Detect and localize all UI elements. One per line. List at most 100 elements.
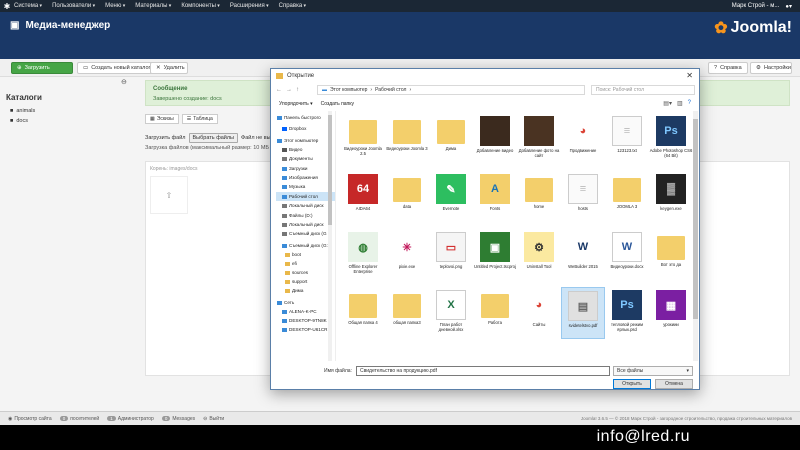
tree-item[interactable]: efi bbox=[276, 259, 335, 268]
tree-item[interactable]: Музыка bbox=[276, 182, 335, 191]
footer-view-site[interactable]: ◉ Просмотр сайта bbox=[8, 416, 52, 422]
footer-admins[interactable]: 1 Администратор bbox=[107, 416, 154, 422]
file-item[interactable]: Ps тепловой режим ярлык.psd bbox=[605, 287, 649, 339]
footer-messages[interactable]: 0 Messages bbox=[161, 416, 195, 422]
tree-item[interactable]: Файлы (D:) bbox=[276, 211, 335, 220]
filename-input[interactable]: Свидетельство на продукцию.pdf bbox=[356, 366, 610, 376]
tree-item[interactable]: Загрузки bbox=[276, 164, 335, 173]
footer-logout[interactable]: ⊖ Выйти bbox=[203, 416, 224, 422]
tree-item[interactable]: Документы bbox=[276, 154, 335, 163]
file-item[interactable]: Вот это да bbox=[649, 229, 693, 281]
help-button[interactable]: ? Справка bbox=[708, 62, 748, 74]
joomla-menu-icon[interactable]: ✱ bbox=[0, 2, 14, 11]
choose-files-button[interactable]: Выбрать файлы bbox=[188, 133, 239, 143]
file-item[interactable]: Добавление видео bbox=[473, 113, 517, 165]
tree-item[interactable]: Сеть bbox=[276, 298, 335, 307]
file-item[interactable]: ▦ урокиии bbox=[649, 287, 693, 339]
upload-button[interactable]: ⊕ Загрузить bbox=[11, 62, 73, 74]
menu-users[interactable]: Пользователи bbox=[52, 3, 95, 9]
tree-item[interactable]: sources bbox=[276, 268, 335, 277]
address-crumb-pc[interactable]: Этот компьютер bbox=[330, 87, 367, 93]
menu-content[interactable]: Материалы bbox=[135, 3, 171, 9]
tree-item[interactable]: DESKTOP-9TN8K bbox=[276, 316, 335, 325]
file-item[interactable]: ≡ 123123.txt bbox=[605, 113, 649, 165]
folder-up-thumb[interactable]: ⇧ bbox=[150, 176, 188, 214]
file-item[interactable]: W Видеоуроки.docx bbox=[605, 229, 649, 281]
tree-item[interactable]: Видео bbox=[276, 145, 335, 154]
tree-item-icon bbox=[277, 300, 282, 305]
tree-item[interactable]: Локальный диск bbox=[276, 220, 335, 229]
organize-button[interactable]: Упорядочить ▾ bbox=[279, 101, 313, 107]
file-item[interactable]: Дима bbox=[429, 113, 473, 165]
address-bar[interactable]: ▬ Этот компьютер › Рабочий стол › bbox=[317, 85, 585, 95]
file-item[interactable]: JOOMLA 3 bbox=[605, 171, 649, 223]
tree-item[interactable]: Панель быстрого bbox=[276, 113, 335, 122]
tree-item[interactable]: boot bbox=[276, 250, 335, 259]
file-item[interactable]: ▓ keygen.exe bbox=[649, 171, 693, 223]
file-item[interactable]: Видеоуроки Joomla 3 bbox=[385, 113, 429, 165]
tree-item[interactable]: Dropbox bbox=[276, 124, 335, 133]
file-item[interactable]: data bbox=[385, 171, 429, 223]
filetype-select[interactable]: Все файлы ▾ bbox=[613, 366, 693, 376]
file-item[interactable]: ◍ Offline Explorer Enterprise bbox=[341, 229, 385, 281]
tree-item[interactable]: Съемный диск (G bbox=[276, 229, 335, 238]
tree-item[interactable]: DESKTOP-U61CR bbox=[276, 325, 335, 334]
site-user-link[interactable]: Марк Строй - м... bbox=[732, 3, 780, 9]
close-icon[interactable]: ✕ bbox=[686, 71, 693, 80]
cancel-button[interactable]: Отмена bbox=[655, 379, 693, 389]
nav-arrows-icon[interactable]: ←→↑ bbox=[276, 87, 303, 93]
screen: ✱ Система Пользователи Меню Материалы Ко… bbox=[0, 0, 800, 425]
file-item[interactable]: Добавление фото на сайт bbox=[517, 113, 561, 165]
menu-extensions[interactable]: Расширения bbox=[230, 3, 269, 9]
file-item[interactable]: A Fonts bbox=[473, 171, 517, 223]
menu-menus[interactable]: Меню bbox=[105, 3, 125, 9]
new-folder-dialog-button[interactable]: Создать папку bbox=[321, 101, 354, 107]
file-item[interactable]: home bbox=[517, 171, 561, 223]
delete-button[interactable]: ✕ Удалить bbox=[150, 62, 188, 74]
files-scrollbar[interactable] bbox=[693, 111, 698, 361]
open-button[interactable]: Открыть bbox=[613, 379, 651, 389]
thumbnails-view-button[interactable]: ▦ Эскизы bbox=[145, 114, 179, 124]
tree-item[interactable]: ALENA-K-PC bbox=[276, 307, 335, 316]
menu-help[interactable]: Справка bbox=[279, 3, 306, 9]
tree-item[interactable]: Локальный диск bbox=[276, 201, 335, 210]
file-item[interactable]: ✎ Evernote bbox=[429, 171, 473, 223]
sidebar-folder-animals[interactable]: ■ animals bbox=[10, 108, 35, 114]
tree-item[interactable]: Рабочий стол bbox=[276, 192, 335, 201]
file-item[interactable]: ✳ pixie.exe bbox=[385, 229, 429, 281]
file-item[interactable]: ▣ Untitled Project.tscproj bbox=[473, 229, 517, 281]
file-item[interactable]: ▤ svidetelstvo.pdf bbox=[561, 287, 605, 339]
menu-components[interactable]: Компоненты bbox=[181, 3, 219, 9]
sidebar-folder-docs[interactable]: ■ docs bbox=[10, 118, 28, 124]
file-item[interactable]: W WeBuilder 2015 bbox=[561, 229, 605, 281]
footer-visitors[interactable]: 0 посетителей bbox=[59, 416, 99, 422]
address-crumb-desktop[interactable]: Рабочий стол bbox=[375, 87, 406, 93]
file-item[interactable]: Ps Adobe Photoshop CS6 (64 Bit) bbox=[649, 113, 693, 165]
view-mode-icon[interactable]: ▤▾ bbox=[663, 100, 672, 107]
file-item[interactable]: ⚙ Uninstall Tool bbox=[517, 229, 561, 281]
file-item[interactable]: ◕ Сайты bbox=[517, 287, 561, 339]
preview-pane-icon[interactable]: ▥ bbox=[677, 100, 683, 107]
dialog-search-input[interactable]: Поиск: Рабочий стол bbox=[591, 85, 695, 95]
help-icon[interactable]: ? bbox=[688, 100, 691, 107]
file-item[interactable]: ◕ Продвижение bbox=[561, 113, 605, 165]
table-view-button[interactable]: ☰ Таблица bbox=[181, 114, 218, 124]
settings-button[interactable]: ⚙ Настройки bbox=[750, 62, 792, 74]
file-item[interactable]: ≡ hosts bbox=[561, 171, 605, 223]
file-item[interactable]: общая папка3 bbox=[385, 287, 429, 339]
menu-system[interactable]: Система bbox=[14, 3, 42, 9]
user-icon[interactable]: ●▾ bbox=[785, 3, 792, 10]
file-item[interactable]: 64 AIDA64 bbox=[341, 171, 385, 223]
file-item[interactable]: X План работ дневной.xlsx bbox=[429, 287, 473, 339]
file-item[interactable]: ▭ teplovoi.png bbox=[429, 229, 473, 281]
tree-item[interactable]: Этот компьютер bbox=[276, 136, 335, 145]
file-item[interactable]: Видеоуроки Joomla 2.5 bbox=[341, 113, 385, 165]
file-item[interactable]: Работа bbox=[473, 287, 517, 339]
tree-item[interactable]: Дима bbox=[276, 286, 335, 295]
collapse-sidebar-icon[interactable]: ⊖ bbox=[121, 78, 127, 86]
tree-item[interactable]: support bbox=[276, 277, 335, 286]
tree-item[interactable]: Изображения bbox=[276, 173, 335, 182]
tree-scrollbar[interactable] bbox=[328, 111, 332, 361]
tree-item[interactable]: Съемный диск (G: bbox=[276, 241, 335, 250]
file-item[interactable]: Общая папка 4 bbox=[341, 287, 385, 339]
